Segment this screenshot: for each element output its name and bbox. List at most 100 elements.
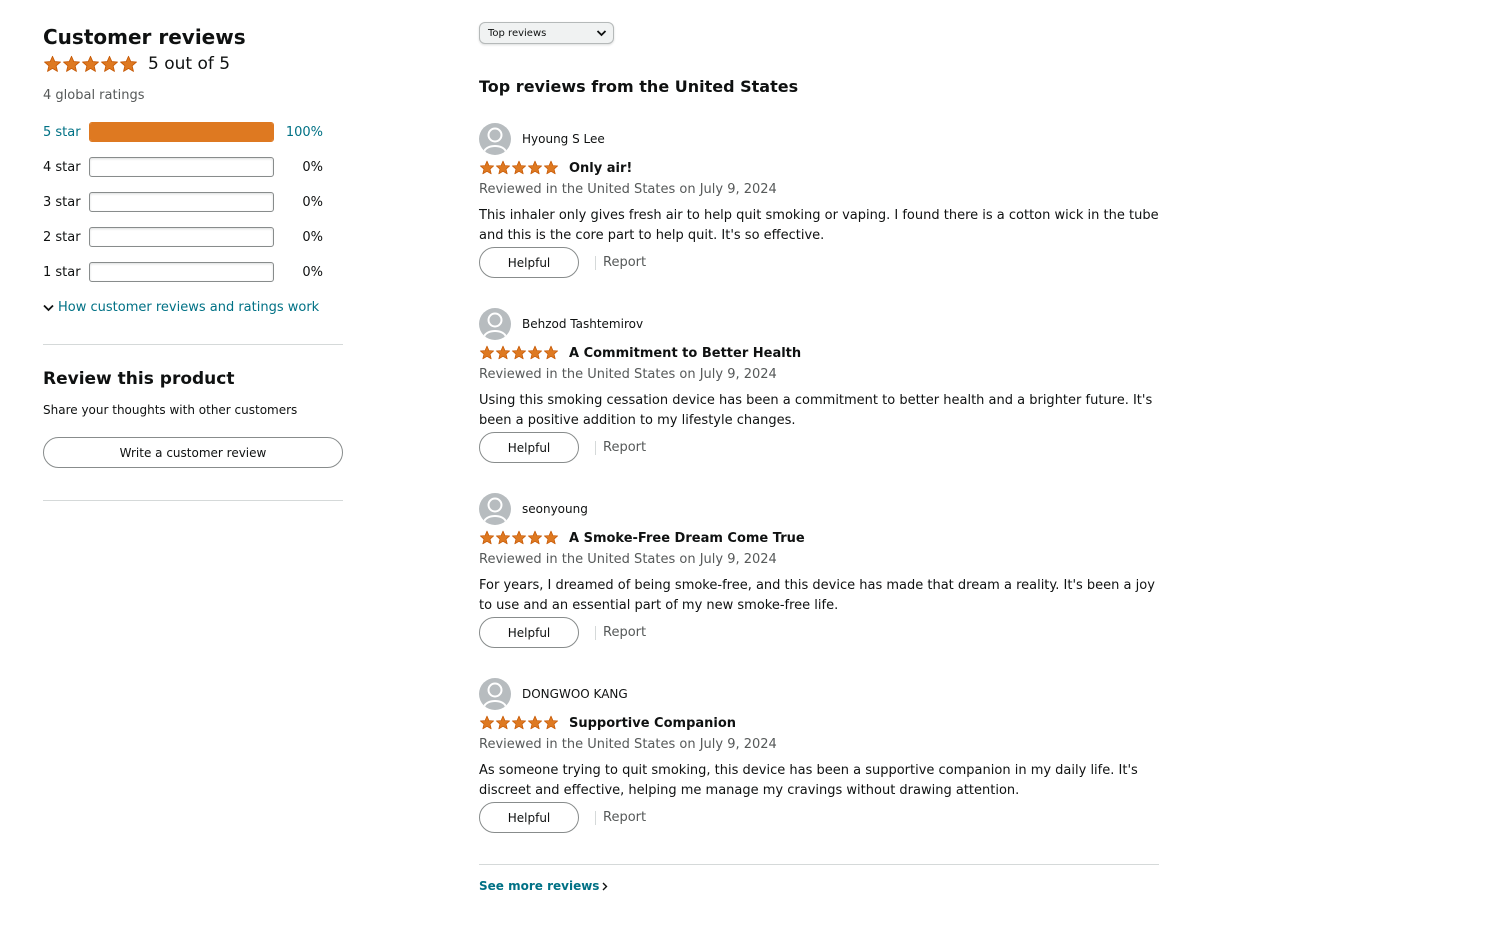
review-header[interactable]: A Smoke-Free Dream Come True [479, 530, 805, 546]
star-icon [479, 345, 495, 360]
see-more-reviews-label[interactable]: See more reviews [479, 879, 599, 893]
section-divider [43, 344, 343, 345]
histogram-bar [89, 192, 274, 212]
star-icon [479, 715, 495, 730]
star-icon [101, 55, 118, 72]
star-icon [495, 345, 511, 360]
histogram-row-4-star[interactable]: 4 star 0% [43, 157, 333, 192]
action-separator [595, 255, 596, 270]
user-avatar-icon [479, 123, 511, 155]
histogram-row-3-star[interactable]: 3 star 0% [43, 192, 333, 227]
user-avatar-icon [479, 678, 511, 710]
global-ratings-count: 4 global ratings [43, 88, 145, 103]
review-body: As someone trying to quit smoking, this … [479, 763, 1138, 798]
histogram-label: 2 star [43, 230, 81, 245]
reviewer-profile[interactable]: seonyoung [479, 493, 588, 525]
star-icon [511, 530, 527, 545]
review-star-rating [479, 345, 559, 361]
see-more-reviews-link[interactable]: See more reviews [479, 879, 608, 893]
review-card: Hyoung S Lee Only air! Reviewed in the U… [479, 123, 1159, 308]
write-review-button[interactable]: Write a customer review [43, 437, 343, 468]
histogram-bar [89, 227, 274, 247]
histogram-label: 3 star [43, 195, 81, 210]
histogram-row-1-star[interactable]: 1 star 0% [43, 262, 333, 297]
user-avatar-icon [479, 308, 511, 340]
chevron-down-icon [596, 30, 607, 37]
overall-star-rating [43, 55, 138, 74]
review-body: For years, I dreamed of being smoke-free… [479, 578, 1155, 613]
review-this-product-subtitle: Share your thoughts with other customers [43, 403, 298, 417]
histogram-bar [89, 157, 274, 177]
reviewer-profile[interactable]: Hyoung S Lee [479, 123, 605, 155]
star-icon [495, 160, 511, 175]
star-icon [479, 530, 495, 545]
review-star-rating [479, 715, 559, 731]
review-title[interactable]: Supportive Companion [569, 716, 736, 731]
report-link[interactable]: Report [603, 810, 646, 825]
histogram-label: 1 star [43, 265, 81, 280]
star-icon [543, 715, 559, 730]
review-actions: Helpful Report [479, 617, 646, 648]
review-date: Reviewed in the United States on July 9,… [479, 182, 777, 197]
histogram-percent[interactable]: 100% [274, 122, 323, 140]
review-date: Reviewed in the United States on July 9,… [479, 737, 777, 752]
helpful-button[interactable]: Helpful [479, 802, 579, 833]
reviewer-profile[interactable]: Behzod Tashtemirov [479, 308, 643, 340]
helpful-button[interactable]: Helpful [479, 247, 579, 278]
reviewer-name[interactable]: seonyoung [522, 502, 588, 516]
review-header[interactable]: Only air! [479, 160, 632, 176]
report-link[interactable]: Report [603, 255, 646, 270]
review-header[interactable]: Supportive Companion [479, 715, 736, 731]
review-this-product-title: Review this product [43, 369, 235, 389]
rating-histogram: 5 star 100% 4 star 0% 3 star 0% 2 star 0… [43, 122, 333, 297]
customer-reviews-title: Customer reviews [43, 25, 246, 49]
star-icon [82, 55, 99, 72]
overall-rating[interactable]: 5 out of 5 [43, 54, 230, 74]
review-card: Behzod Tashtemirov A Commitment to Bette… [479, 308, 1159, 493]
star-icon [44, 55, 61, 72]
histogram-row-2-star[interactable]: 2 star 0% [43, 227, 333, 262]
section-divider [479, 864, 1159, 865]
action-separator [595, 625, 596, 640]
review-actions: Helpful Report [479, 802, 646, 833]
star-icon [495, 715, 511, 730]
review-title[interactable]: A Commitment to Better Health [569, 346, 801, 361]
how-reviews-work-label[interactable]: How customer reviews and ratings work [58, 300, 319, 315]
action-separator [595, 440, 596, 455]
histogram-bar[interactable] [89, 122, 274, 142]
reviewer-name[interactable]: Hyoung S Lee [522, 132, 605, 146]
histogram-bar [89, 262, 274, 282]
star-icon [527, 715, 543, 730]
review-actions: Helpful Report [479, 432, 646, 463]
star-icon [543, 160, 559, 175]
star-icon [543, 345, 559, 360]
histogram-fill [90, 123, 273, 141]
helpful-button[interactable]: Helpful [479, 432, 579, 463]
review-body: Using this smoking cessation device has … [479, 393, 1153, 428]
review-title[interactable]: A Smoke-Free Dream Come True [569, 531, 805, 546]
star-icon [511, 160, 527, 175]
review-date: Reviewed in the United States on July 9,… [479, 367, 777, 382]
sort-reviews-select[interactable]: Top reviews [479, 22, 614, 44]
rating-out-of-text: 5 out of 5 [148, 54, 231, 74]
histogram-row-5-star[interactable]: 5 star 100% [43, 122, 333, 157]
section-divider [43, 500, 343, 501]
report-link[interactable]: Report [603, 625, 646, 640]
star-icon [543, 530, 559, 545]
star-icon [63, 55, 80, 72]
star-icon [527, 160, 543, 175]
review-header[interactable]: A Commitment to Better Health [479, 345, 801, 361]
histogram-percent: 0% [302, 230, 323, 245]
reviewer-name[interactable]: DONGWOO KANG [522, 687, 628, 701]
helpful-button[interactable]: Helpful [479, 617, 579, 648]
how-reviews-work-link[interactable]: How customer reviews and ratings work [43, 300, 319, 315]
report-link[interactable]: Report [603, 440, 646, 455]
review-title[interactable]: Only air! [569, 161, 632, 176]
reviewer-profile[interactable]: DONGWOO KANG [479, 678, 628, 710]
star-icon [120, 55, 137, 72]
histogram-percent: 0% [302, 160, 323, 175]
action-separator [595, 810, 596, 825]
reviewer-name[interactable]: Behzod Tashtemirov [522, 317, 643, 331]
histogram-label[interactable]: 5 star [43, 122, 89, 140]
star-icon [479, 160, 495, 175]
